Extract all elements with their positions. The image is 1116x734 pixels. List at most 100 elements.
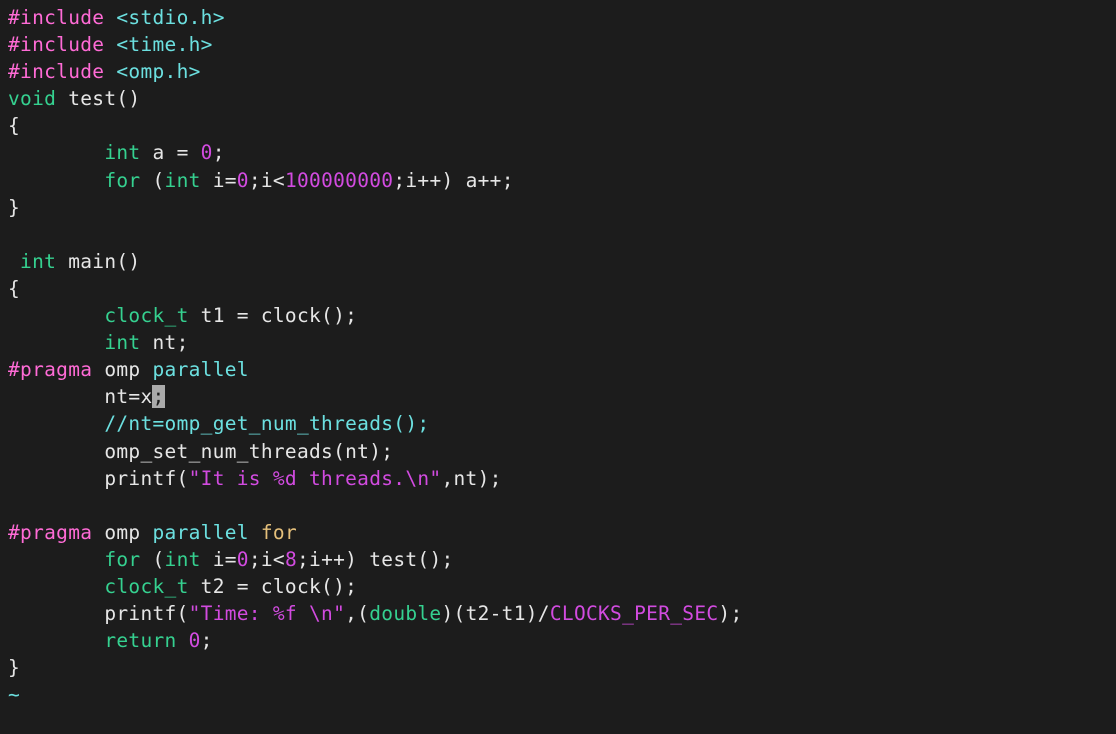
code-line: ~	[8, 683, 20, 706]
code-token: ;	[213, 141, 225, 164]
code-token	[8, 141, 104, 164]
code-token: {	[8, 114, 20, 137]
code-token: #include	[8, 33, 116, 56]
code-token: for	[261, 521, 297, 544]
code-token: i=	[201, 169, 237, 192]
code-token	[8, 331, 104, 354]
code-line: {	[8, 114, 20, 137]
code-token	[8, 412, 104, 435]
code-token: (	[140, 548, 164, 571]
code-token: ~	[8, 683, 20, 706]
code-line: clock_t t1 = clock();	[8, 304, 357, 327]
code-token: int	[104, 141, 140, 164]
code-token: <omp.h>	[116, 60, 200, 83]
code-token: omp	[104, 358, 152, 381]
code-token: int	[20, 250, 56, 273]
code-token: clock_t	[104, 575, 188, 598]
code-editor[interactable]: #include <stdio.h> #include <time.h> #in…	[0, 0, 1116, 712]
code-token: return	[104, 629, 176, 652]
code-line: //nt=omp_get_num_threads();	[8, 412, 429, 435]
code-token: ;	[152, 385, 164, 408]
code-token: ;i++) test();	[297, 548, 454, 571]
code-line: {	[8, 277, 20, 300]
code-token: ;i<	[249, 548, 285, 571]
code-line: #include <stdio.h>	[8, 6, 225, 29]
code-token: clock_t	[104, 304, 188, 327]
code-token: nt=x	[8, 385, 152, 408]
code-token	[8, 304, 104, 327]
code-token: t1 = clock();	[189, 304, 358, 327]
code-line: #pragma omp parallel for	[8, 521, 297, 544]
code-line: int a = 0;	[8, 141, 225, 164]
code-token: #pragma	[8, 521, 104, 544]
code-token: double	[369, 602, 441, 625]
code-token: CLOCKS_PER_SEC	[550, 602, 719, 625]
code-token	[8, 169, 104, 192]
code-token: )(t2-t1)/	[441, 602, 549, 625]
code-line: #include <omp.h>	[8, 60, 201, 83]
code-line: #pragma omp parallel	[8, 358, 249, 381]
code-token	[8, 250, 20, 273]
code-token: a =	[140, 141, 200, 164]
code-line: int nt;	[8, 331, 189, 354]
code-token: }	[8, 196, 20, 219]
code-token: 0	[237, 169, 249, 192]
code-line: #include <time.h>	[8, 33, 213, 56]
code-token: {	[8, 277, 20, 300]
code-token: omp	[104, 521, 152, 544]
code-token: 0	[189, 629, 201, 652]
code-line: clock_t t2 = clock();	[8, 575, 357, 598]
code-token: parallel	[153, 358, 249, 381]
code-token: i=	[201, 548, 237, 571]
code-token: 0	[201, 141, 213, 164]
code-line: nt=x;	[8, 385, 165, 408]
code-line: printf("It is %d threads.\n",nt);	[8, 467, 502, 490]
code-token: 100000000	[285, 169, 393, 192]
code-token: 0	[237, 548, 249, 571]
code-token: main()	[56, 250, 140, 273]
code-token: int	[104, 331, 140, 354]
code-token: ;i++) a++;	[393, 169, 513, 192]
code-token	[177, 629, 189, 652]
code-token: nt;	[140, 331, 188, 354]
code-token: ;	[201, 629, 213, 652]
code-token	[8, 629, 104, 652]
code-token: printf(	[8, 467, 189, 490]
code-line: }	[8, 196, 20, 219]
code-token: //nt=omp_get_num_threads();	[104, 412, 429, 435]
code-token: for	[104, 169, 140, 192]
code-token: parallel	[153, 521, 261, 544]
code-token: "Time: %f \n"	[189, 602, 346, 625]
code-line: omp_set_num_threads(nt);	[8, 440, 393, 463]
code-token: <stdio.h>	[116, 6, 224, 29]
code-token: );	[718, 602, 742, 625]
code-line: return 0;	[8, 629, 213, 652]
code-token: <time.h>	[116, 33, 212, 56]
code-token: "It is %d threads.\n"	[189, 467, 442, 490]
code-token: test()	[56, 87, 140, 110]
code-token: int	[165, 548, 201, 571]
code-line: for (int i=0;i<8;i++) test();	[8, 548, 454, 571]
code-line: for (int i=0;i<100000000;i++) a++;	[8, 169, 514, 192]
code-token: #include	[8, 6, 116, 29]
code-line: }	[8, 656, 20, 679]
code-line: int main()	[8, 250, 140, 273]
code-token: (	[140, 169, 164, 192]
code-token: void	[8, 87, 56, 110]
code-line: printf("Time: %f \n",(double)(t2-t1)/CLO…	[8, 602, 743, 625]
code-token: ,(	[345, 602, 369, 625]
code-token: 8	[285, 548, 297, 571]
code-token: ,nt);	[441, 467, 501, 490]
code-token: #pragma	[8, 358, 104, 381]
code-token: omp_set_num_threads(nt);	[8, 440, 393, 463]
code-token	[8, 548, 104, 571]
code-token	[8, 575, 104, 598]
code-token: #include	[8, 60, 116, 83]
code-line: void test()	[8, 87, 140, 110]
code-token: }	[8, 656, 20, 679]
code-token: printf(	[8, 602, 189, 625]
code-token: int	[165, 169, 201, 192]
code-token: for	[104, 548, 140, 571]
code-token: ;i<	[249, 169, 285, 192]
code-token: t2 = clock();	[189, 575, 358, 598]
